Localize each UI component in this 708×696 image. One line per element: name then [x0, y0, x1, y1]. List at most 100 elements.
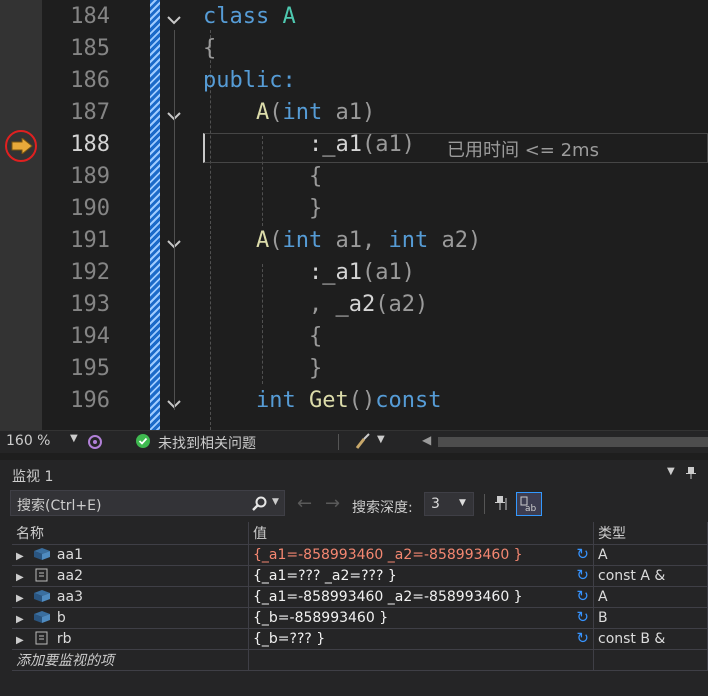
- editor-status-bar: 160 % ▼ 未找到相关问题 ▼ ◀: [0, 430, 708, 453]
- pin-source-icon[interactable]: [492, 494, 512, 514]
- reference-variable-icon: [35, 631, 48, 645]
- separator: [484, 494, 485, 514]
- refresh-icon[interactable]: ↻: [576, 545, 589, 563]
- code-cleanup-brush-icon[interactable]: [354, 433, 374, 451]
- add-watch-input[interactable]: 添加要监视的项: [12, 649, 249, 671]
- refresh-icon[interactable]: ↻: [576, 566, 589, 584]
- watch-value-cell[interactable]: {_a1=-858993460 _a2=-858993460 } ↻: [248, 544, 594, 566]
- separator: [338, 434, 339, 450]
- watch-add-row[interactable]: 添加要监视的项: [12, 649, 708, 671]
- line-number: 191: [70, 228, 110, 253]
- change-tracking-bar: [150, 0, 160, 430]
- line-number: 187: [70, 100, 110, 125]
- line-number-current: 188: [70, 132, 110, 157]
- watch-type-cell: B: [593, 607, 708, 629]
- collapse-chevron-icon[interactable]: [165, 11, 183, 29]
- line-number: 195: [70, 356, 110, 381]
- code-line: A(int a1): [255, 100, 376, 125]
- watch-row[interactable]: ▶ aa3 {_a1=-858993460 _a2=-858993460 } ↻ …: [12, 586, 708, 608]
- horizontal-scrollbar[interactable]: ◀: [420, 433, 708, 449]
- expand-triangle-icon[interactable]: ▶: [16, 551, 28, 562]
- zoom-dropdown[interactable]: 160 % ▼: [6, 433, 82, 451]
- object-variable-icon: [34, 548, 51, 560]
- line-number: 184: [70, 4, 110, 29]
- watch-row[interactable]: ▶ aa1 {_a1=-858993460 _a2=-858993460 } ↻ …: [12, 544, 708, 566]
- watch-grid-header: 名称 值 类型: [12, 522, 708, 545]
- expand-triangle-icon[interactable]: ▶: [16, 593, 28, 604]
- column-header-name[interactable]: 名称: [12, 522, 249, 545]
- watch-row[interactable]: ▶ aa2 {_a1=??? _a2=??? } ↻ const A &: [12, 565, 708, 587]
- watch-search-input[interactable]: 搜索(Ctrl+E) ▼: [10, 490, 285, 516]
- refresh-icon[interactable]: ↻: [576, 629, 589, 647]
- line-number: 192: [70, 260, 110, 285]
- indicator-margin[interactable]: [0, 0, 42, 430]
- object-variable-icon: [34, 590, 51, 602]
- watch-row[interactable]: ▶ b {_b=-858993460 } ↻ B: [12, 607, 708, 629]
- line-number: 194: [70, 324, 110, 349]
- code-line: }: [308, 356, 323, 381]
- line-number: 189: [70, 164, 110, 189]
- expand-triangle-icon[interactable]: ▶: [16, 572, 28, 583]
- zoom-value: 160 %: [6, 433, 51, 449]
- column-header-type[interactable]: 类型: [593, 522, 708, 545]
- search-depth-dropdown[interactable]: 3 ▼: [424, 492, 474, 516]
- watch-value-cell[interactable]: {_a1=-858993460 _a2=-858993460 } ↻: [248, 586, 594, 608]
- search-icon[interactable]: [251, 496, 267, 512]
- chevron-down-icon: ▼: [70, 433, 78, 444]
- check-circle-icon: [136, 434, 150, 448]
- watch-type-cell: A: [593, 586, 708, 608]
- watch-window: 监视 1 ▼ 搜索(Ctrl+E) ▼ ← → 搜索深度: 3 ▼ ab 名称 …: [0, 460, 708, 696]
- watch-value-cell[interactable]: {_b=??? } ↻: [248, 628, 594, 650]
- watch-name-cell[interactable]: ▶ rb: [12, 628, 249, 650]
- depth-value: 3: [431, 496, 440, 512]
- panel-menu-chevron-icon[interactable]: ▼: [667, 466, 675, 477]
- watch-type-cell: const B &: [593, 628, 708, 650]
- fold-guide: [174, 30, 175, 410]
- watch-value-cell[interactable]: {_a1=??? _a2=??? } ↻: [248, 565, 594, 587]
- reference-variable-icon: [35, 568, 48, 582]
- code-line: {: [308, 164, 323, 189]
- code-line: int Get()const: [255, 388, 442, 413]
- back-arrow-icon[interactable]: ←: [297, 493, 312, 514]
- watch-value-cell[interactable]: {_b=-858993460 } ↻: [248, 607, 594, 629]
- watch-type-cell: A: [593, 544, 708, 566]
- watch-name-cell[interactable]: ▶ aa3: [12, 586, 249, 608]
- pin-icon[interactable]: [684, 466, 698, 480]
- scrollbar-thumb[interactable]: [438, 437, 708, 447]
- scroll-left-icon[interactable]: ◀: [422, 433, 431, 447]
- column-header-value[interactable]: 值: [248, 522, 594, 545]
- line-number: 193: [70, 292, 110, 317]
- chevron-down-icon: ▼: [459, 498, 466, 508]
- forward-arrow-icon[interactable]: →: [325, 493, 340, 514]
- code-editor[interactable]: 184 185 186 187 188 189 190 191 192 193 …: [0, 0, 708, 430]
- refresh-icon[interactable]: ↻: [576, 608, 589, 626]
- code-line: {: [308, 324, 323, 349]
- issues-status[interactable]: 未找到相关问题: [158, 433, 256, 453]
- empty-value-cell: [248, 649, 594, 671]
- view-format-toggle[interactable]: ab: [516, 492, 542, 516]
- svg-text:ab: ab: [525, 504, 537, 514]
- watch-name-cell[interactable]: ▶ b: [12, 607, 249, 629]
- chevron-down-icon[interactable]: ▼: [272, 497, 279, 507]
- search-placeholder: 搜索(Ctrl+E): [17, 498, 102, 514]
- watch-title: 监视 1: [12, 469, 54, 485]
- line-number: 196: [70, 388, 110, 413]
- code-line: }: [308, 196, 323, 221]
- expand-triangle-icon[interactable]: ▶: [16, 614, 28, 625]
- line-number: 190: [70, 196, 110, 221]
- code-line-current: :_a1(a1): [308, 132, 415, 157]
- code-line: A(int a1, int a2): [255, 228, 482, 253]
- watch-row[interactable]: ▶ rb {_b=??? } ↻ const B &: [12, 628, 708, 650]
- expand-triangle-icon[interactable]: ▶: [16, 635, 28, 646]
- watch-grid[interactable]: 名称 值 类型 ▶ aa1 {_a1=-858993460 _a2=-85899…: [12, 522, 708, 671]
- refresh-icon[interactable]: ↻: [576, 587, 589, 605]
- empty-type-cell: [593, 649, 708, 671]
- search-depth-label: 搜索深度:: [352, 500, 413, 516]
- perf-tip: 已用时间 <= 2ms: [447, 140, 599, 161]
- watch-name-cell[interactable]: ▶ aa1: [12, 544, 249, 566]
- chevron-down-icon[interactable]: ▼: [377, 434, 385, 445]
- current-statement-arrow-icon[interactable]: [11, 138, 33, 154]
- copilot-icon[interactable]: [86, 433, 104, 451]
- watch-name-cell[interactable]: ▶ aa2: [12, 565, 249, 587]
- code-line: {: [203, 36, 217, 61]
